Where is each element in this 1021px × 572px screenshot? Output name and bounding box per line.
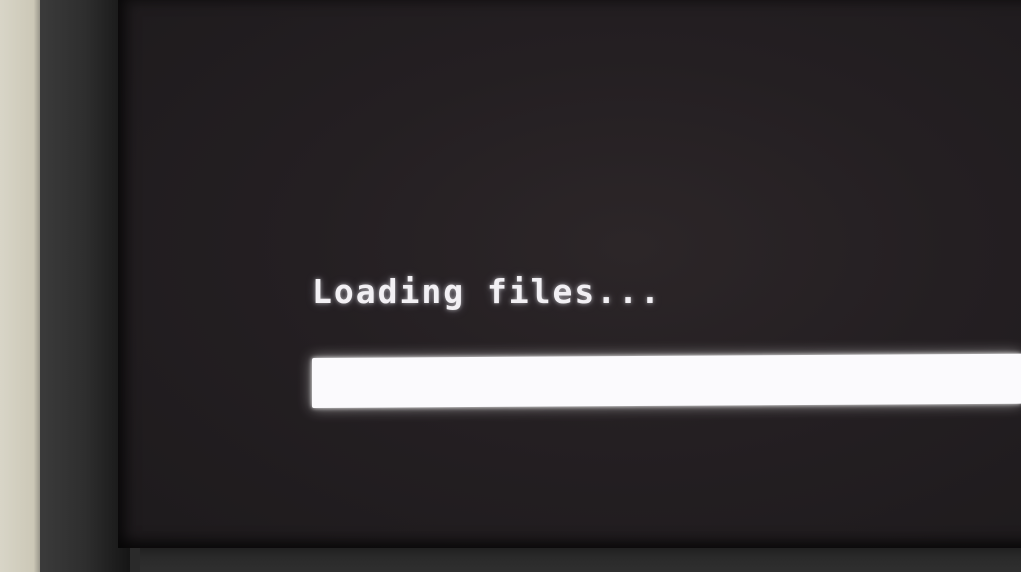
loading-status-text: Loading files... — [312, 272, 662, 311]
monitor-left-bezel — [40, 0, 130, 572]
photo-of-monitor: Loading files... — [0, 0, 1021, 572]
loading-progress-bar — [312, 353, 1021, 408]
loading-progress-fill — [312, 353, 1021, 408]
